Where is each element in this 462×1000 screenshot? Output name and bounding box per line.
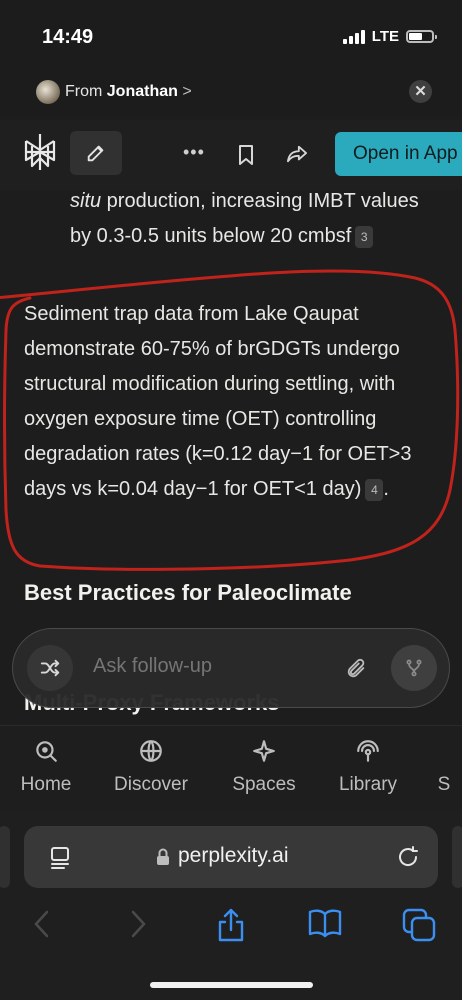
share-button[interactable] (286, 144, 308, 169)
signal-icon (342, 29, 365, 44)
browser-nav-row (0, 908, 462, 948)
shuffle-button[interactable] (27, 645, 73, 691)
tab-spaces[interactable]: Spaces (226, 738, 302, 796)
address-bar[interactable]: perplexity.ai (24, 826, 438, 888)
network-label: LTE (371, 28, 399, 45)
tab-library[interactable]: Library (332, 738, 404, 796)
bookmark-button[interactable] (236, 144, 256, 171)
globe-icon (140, 740, 162, 762)
more-dots-icon: ••• (183, 142, 205, 162)
shared-from-name: Jonathan (106, 83, 178, 100)
status-indicators: LTE (342, 28, 437, 45)
attach-button[interactable] (345, 657, 367, 686)
more-options-button[interactable]: ••• (183, 142, 205, 163)
tab-partial[interactable]: S (434, 738, 454, 796)
previous-tab-peek[interactable] (0, 826, 10, 888)
open-in-app-button[interactable]: Open in App (335, 132, 462, 176)
browser-chrome: perplexity.ai (0, 810, 462, 1000)
status-bar: 14:49 LTE (0, 0, 462, 70)
tab-home[interactable]: Home (18, 738, 74, 796)
lock-icon (157, 848, 169, 865)
ask-follow-up-input[interactable] (93, 655, 313, 678)
close-button[interactable]: ✕ (409, 80, 432, 103)
shared-from-row[interactable]: From Jonathan > ✕ (0, 70, 462, 115)
edit-button[interactable] (70, 131, 122, 175)
back-icon[interactable] (30, 908, 54, 940)
bookmark-icon (239, 145, 253, 165)
tab-partial-label: S (437, 774, 451, 795)
close-icon: ✕ (414, 83, 427, 100)
tab-spaces-label: Spaces (232, 774, 296, 795)
forward-icon[interactable] (126, 908, 150, 940)
url-text: perplexity.ai (178, 844, 289, 867)
chevron-right-icon: > (182, 83, 192, 100)
voice-branch-icon (406, 659, 422, 677)
battery-fill (409, 33, 422, 40)
tab-home-label: Home (20, 774, 72, 795)
shuffle-icon (40, 659, 60, 677)
battery-icon (406, 30, 437, 43)
tab-discover-label: Discover (114, 774, 188, 795)
tab-library-label: Library (338, 774, 398, 795)
tabs-icon[interactable] (402, 908, 436, 942)
ask-follow-up-bar (12, 628, 450, 708)
home-search-icon (36, 741, 57, 762)
edit-icon (87, 145, 104, 162)
app-header: ••• Open in App (0, 120, 462, 191)
book-icon[interactable] (307, 908, 343, 938)
status-time: 14:49 (42, 26, 94, 48)
reload-icon[interactable] (396, 845, 420, 869)
share-icon (286, 145, 307, 163)
voice-button[interactable] (391, 645, 437, 691)
reader-icon[interactable] (48, 845, 72, 869)
tab-discover[interactable]: Discover (108, 738, 194, 796)
library-icon (357, 740, 379, 762)
home-indicator[interactable] (150, 982, 313, 988)
paperclip-icon (347, 658, 365, 678)
perplexity-logo-icon[interactable] (22, 132, 58, 177)
next-tab-peek[interactable] (452, 826, 462, 888)
share-icon[interactable] (216, 908, 246, 942)
shared-from-label[interactable]: From Jonathan > (65, 83, 192, 101)
bottom-tab-bar: Home Discover Spaces Library S (0, 725, 462, 811)
sparkle-icon (253, 740, 275, 762)
avatar (36, 80, 60, 104)
